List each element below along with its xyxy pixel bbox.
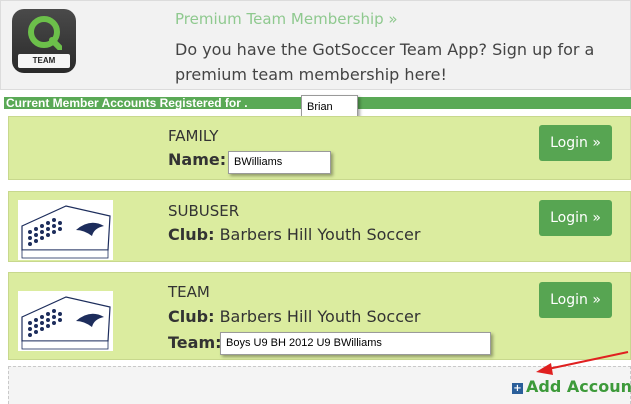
annotation-arrow-icon — [536, 351, 629, 375]
